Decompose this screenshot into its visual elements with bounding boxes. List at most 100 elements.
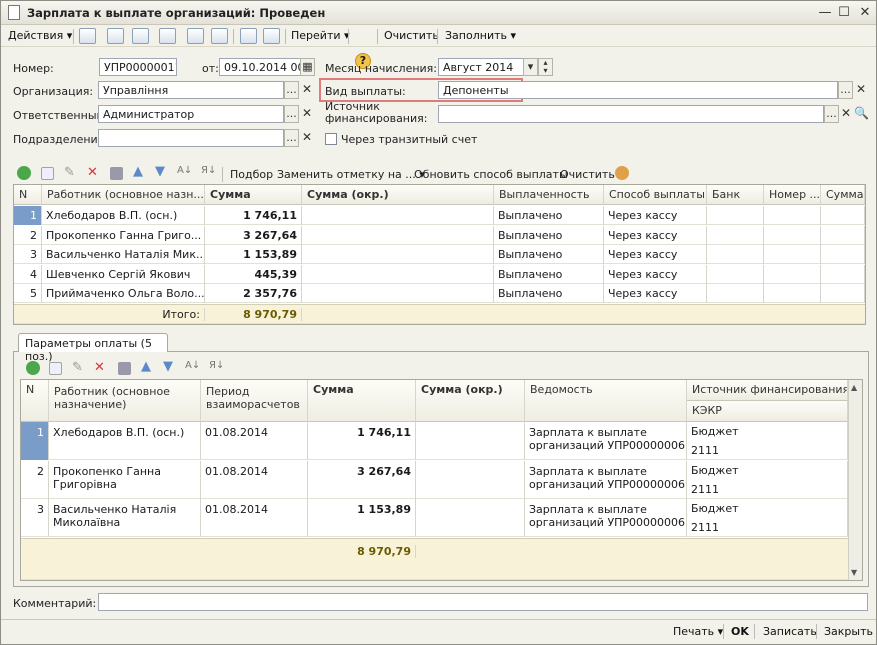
- col-number[interactable]: Номер ...: [764, 185, 821, 205]
- sort-asc-param-icon[interactable]: A↓: [185, 360, 200, 371]
- users-icon[interactable]: [615, 166, 629, 180]
- copy-row-icon[interactable]: [41, 167, 54, 180]
- replace-mark-menu[interactable]: Заменить отметку на ... ▾: [277, 168, 425, 181]
- goto-menu[interactable]: Перейти ▾: [291, 28, 350, 44]
- cell-rounded: [302, 225, 494, 245]
- table-row[interactable]: 2 Прокопенко Ганна Григо... 3 267,64 Выплач…: [14, 225, 865, 245]
- col-worker[interactable]: Работник (основное назн...: [42, 185, 205, 205]
- col2-source[interactable]: Источник финансирования: [687, 380, 848, 401]
- table2-scrollbar[interactable]: ▲ ▼: [848, 380, 862, 580]
- resp-clear-button[interactable]: ✕: [300, 105, 314, 123]
- close-window-button[interactable]: ✕: [856, 4, 874, 21]
- employees-table[interactable]: N Работник (основное назн... Сумма Сумма…: [13, 184, 866, 325]
- col-bank[interactable]: Банк: [707, 185, 764, 205]
- table-row[interactable]: 1 Хлебодаров В.П. (осн.) 1 746,11 Выплачено…: [14, 206, 865, 225]
- calendar-icon[interactable]: ▦: [300, 58, 315, 76]
- col2-period[interactable]: Период взаиморасчетов: [201, 380, 308, 422]
- cell-empty: [707, 225, 764, 245]
- payment-params-table[interactable]: N Работник (основное назначение) Период …: [20, 379, 863, 581]
- date-field[interactable]: 09.10.2014 00:0: [219, 58, 301, 76]
- clear-grid-button[interactable]: Очистить: [560, 168, 615, 181]
- col2-kekr[interactable]: КЭКР: [687, 401, 848, 422]
- table-row[interactable]: 4 Шевченко Сергій Якович 445,39 Выплачено Че…: [14, 264, 865, 284]
- table-icon[interactable]: [263, 28, 280, 44]
- col-method[interactable]: Способ выплаты: [604, 185, 707, 205]
- pay-type-clear-button[interactable]: ✕: [854, 81, 868, 99]
- cell-method: Через кассу: [604, 245, 707, 264]
- col2-statement[interactable]: Ведомость: [525, 380, 687, 422]
- month-dropdown-icon[interactable]: ▾: [523, 58, 538, 76]
- pick-button[interactable]: Подбор: [230, 168, 273, 181]
- sort-desc-icon[interactable]: Я↓: [201, 165, 216, 176]
- list-icon[interactable]: [240, 28, 257, 44]
- transit-checkbox[interactable]: [325, 133, 337, 145]
- move-up-param-icon[interactable]: ▲: [141, 359, 151, 374]
- move-down-icon[interactable]: ▼: [155, 164, 165, 179]
- edit-param-icon[interactable]: ✎: [72, 360, 83, 375]
- dept-select-button[interactable]: ...: [284, 129, 299, 147]
- pay-type-field[interactable]: Депоненты: [438, 81, 838, 99]
- cell-n: 1: [14, 206, 42, 225]
- structure-icon[interactable]: [159, 28, 176, 44]
- table-row[interactable]: 1 Хлебодаров В.П. (осн.) 01.08.2014 1 746,1…: [21, 422, 848, 460]
- move-down-param-icon[interactable]: ▼: [163, 359, 173, 374]
- ok-button[interactable]: OK: [731, 624, 749, 640]
- resp-field[interactable]: Администратор: [98, 105, 284, 123]
- fill-menu[interactable]: Заполнить ▾: [445, 28, 516, 44]
- org-field[interactable]: Управління: [98, 81, 284, 99]
- tab-payment-params[interactable]: Параметры оплаты (5 поз.): [18, 333, 168, 363]
- search-icon[interactable]: 🔍: [854, 105, 869, 123]
- end-edit-icon[interactable]: [110, 167, 123, 180]
- delete-param-icon[interactable]: ✕: [94, 360, 105, 375]
- source-select-button[interactable]: ...: [824, 105, 839, 123]
- pay-type-select-button[interactable]: ...: [838, 81, 853, 99]
- sort-asc-icon[interactable]: A↓: [177, 165, 192, 176]
- number-field[interactable]: УПР00000011: [99, 58, 177, 76]
- minimize-button[interactable]: —: [816, 4, 834, 21]
- reload-icon[interactable]: [107, 28, 124, 44]
- update-method-button[interactable]: Обновить способ выплаты: [414, 168, 568, 181]
- post-icon[interactable]: [79, 28, 96, 44]
- col-rounded[interactable]: Сумма (окр.): [302, 185, 494, 205]
- print-menu[interactable]: Печать ▾: [673, 624, 723, 640]
- dept-field[interactable]: [98, 129, 284, 147]
- movements-icon[interactable]: [187, 28, 204, 44]
- copy-icon[interactable]: [132, 28, 149, 44]
- maximize-button[interactable]: ☐: [835, 4, 853, 21]
- save-button[interactable]: Записать: [763, 624, 817, 640]
- col-sum2[interactable]: Сумма ...: [821, 185, 865, 205]
- table-row[interactable]: 2 Прокопенко Ганна Григорівна 01.08.2014 3 2…: [21, 460, 848, 499]
- col2-worker[interactable]: Работник (основное назначение): [49, 380, 201, 422]
- col2-rounded[interactable]: Сумма (окр.): [416, 380, 525, 422]
- add-param-icon[interactable]: [26, 361, 40, 375]
- close-button[interactable]: Закрыть: [824, 624, 873, 640]
- cell-worker: Хлебодаров В.П. (осн.): [53, 426, 185, 439]
- actions-menu[interactable]: Действия ▾: [8, 28, 72, 44]
- month-stepper-icon[interactable]: ▴ ▾: [538, 58, 553, 76]
- end-edit-param-icon[interactable]: [118, 362, 131, 375]
- move-up-icon[interactable]: ▲: [133, 164, 143, 179]
- resp-select-button[interactable]: ...: [284, 105, 299, 123]
- month-field[interactable]: Август 2014: [438, 58, 524, 76]
- col2-n[interactable]: N: [21, 380, 49, 422]
- clear-button[interactable]: Очистить: [384, 28, 439, 44]
- col-sum[interactable]: Сумма: [205, 185, 302, 205]
- col-n[interactable]: N: [14, 185, 42, 205]
- table-row[interactable]: 5 Приймаченко Ольга Воло... 2 357,76 Выплач…: [14, 284, 865, 303]
- col-paid[interactable]: Выплаченность: [494, 185, 604, 205]
- source-clear-button[interactable]: ✕: [839, 105, 853, 123]
- dept-clear-button[interactable]: ✕: [300, 129, 314, 147]
- edit-row-icon[interactable]: ✎: [64, 165, 75, 180]
- source-field[interactable]: [438, 105, 824, 123]
- sort-desc-param-icon[interactable]: Я↓: [209, 360, 224, 371]
- table-row[interactable]: 3 Васильченко Наталія Миколаївна 01.08.2014…: [21, 499, 848, 537]
- table-row[interactable]: 3 Васильченко Наталія Мик... 1 153,89 Выпла…: [14, 245, 865, 264]
- delete-row-icon[interactable]: ✕: [87, 165, 98, 180]
- add-row-icon[interactable]: [17, 166, 31, 180]
- col2-sum[interactable]: Сумма: [308, 380, 416, 422]
- copy-param-icon[interactable]: [49, 362, 62, 375]
- org-select-button[interactable]: ...: [284, 81, 299, 99]
- comment-field[interactable]: [98, 593, 868, 611]
- journal-icon[interactable]: [211, 28, 228, 44]
- org-clear-button[interactable]: ✕: [300, 81, 314, 99]
